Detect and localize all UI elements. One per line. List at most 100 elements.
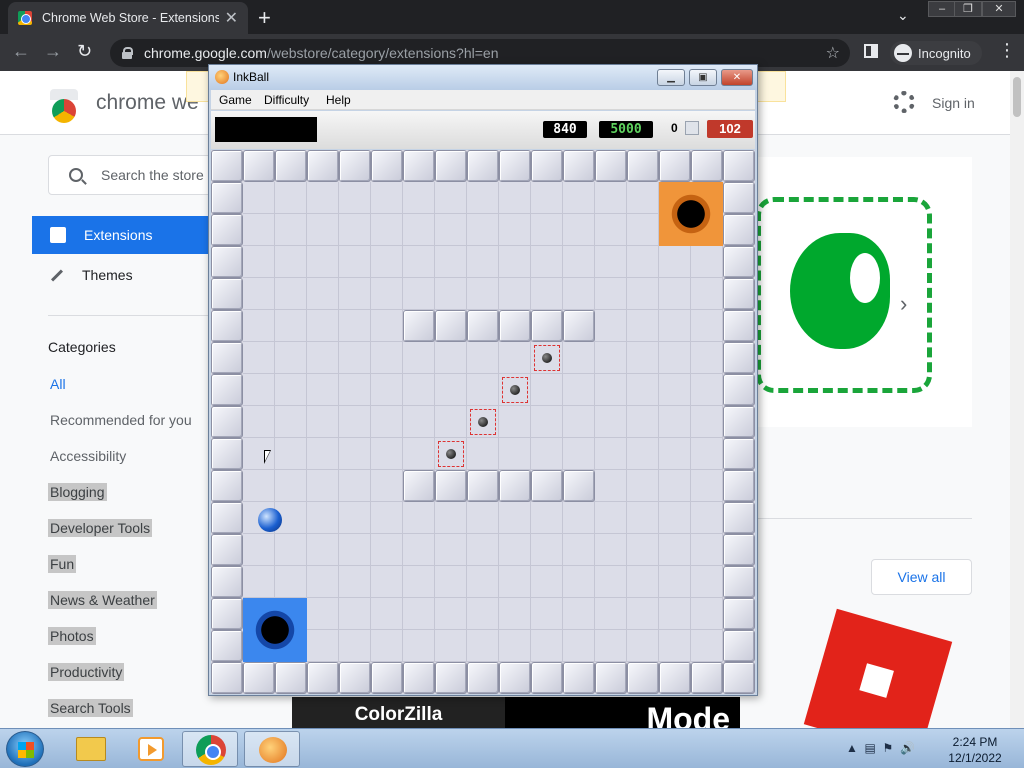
restore-icon[interactable]: ▣ bbox=[689, 69, 717, 86]
floor-cell bbox=[243, 182, 275, 214]
forward-icon[interactable]: → bbox=[44, 41, 62, 62]
page-scrollbar[interactable] bbox=[1010, 71, 1024, 728]
featured-extension-card[interactable]: › bbox=[750, 157, 972, 427]
browser-tab[interactable]: Chrome Web Store - Extensions ✕ bbox=[8, 2, 248, 34]
taskbar: ▲ ▤ ⚑ 🔊 2:24 PM 12/1/2022 bbox=[0, 728, 1024, 768]
inkball-window: InkBall ▁ ▣ ✕ Game Difficulty Help 840 5… bbox=[208, 64, 758, 696]
wall-block bbox=[723, 662, 755, 694]
category-fun[interactable]: Fun bbox=[48, 555, 77, 573]
back-icon[interactable]: ← bbox=[12, 41, 30, 62]
floor-cell bbox=[371, 566, 403, 598]
floor-cell bbox=[467, 278, 499, 310]
wall-block bbox=[211, 278, 243, 310]
minimize-icon[interactable]: ▁ bbox=[657, 69, 685, 86]
wall-block bbox=[403, 310, 435, 342]
restore-icon[interactable]: ❐ bbox=[954, 1, 982, 17]
floor-cell bbox=[339, 566, 371, 598]
floor-cell bbox=[691, 406, 723, 438]
webstore-brand[interactable]: chrome we bbox=[96, 91, 199, 115]
signin-link[interactable]: Sign in bbox=[932, 95, 975, 111]
clock-time[interactable]: 2:24 PM bbox=[940, 735, 1010, 749]
floor-cell bbox=[627, 502, 659, 534]
close-icon[interactable]: ✕ bbox=[225, 8, 238, 28]
floor-cell bbox=[371, 502, 403, 534]
category-accessibility[interactable]: Accessibility bbox=[48, 447, 128, 465]
wall-block bbox=[371, 662, 403, 694]
floor-cell bbox=[595, 534, 627, 566]
category-search-tools[interactable]: Search Tools bbox=[48, 699, 133, 717]
gear-icon[interactable] bbox=[893, 91, 915, 113]
floor-cell bbox=[403, 278, 435, 310]
floor-cell bbox=[595, 630, 627, 662]
floor-cell bbox=[563, 534, 595, 566]
clock-date[interactable]: 12/1/2022 bbox=[940, 751, 1010, 765]
sidebar-item-themes[interactable]: Themes bbox=[32, 257, 133, 293]
wall-block bbox=[339, 150, 371, 182]
taskbar-chrome[interactable] bbox=[182, 731, 238, 767]
floor-cell bbox=[659, 406, 691, 438]
view-all-button[interactable]: View all bbox=[871, 559, 972, 595]
address-bar[interactable]: chrome.google.com /webstore/category/ext… bbox=[110, 39, 850, 67]
category-photos[interactable]: Photos bbox=[48, 627, 96, 645]
inkball-board[interactable] bbox=[211, 150, 755, 694]
taskbar-media-player[interactable] bbox=[122, 731, 178, 767]
menu-difficulty[interactable]: Difficulty bbox=[264, 93, 309, 107]
category-blogging[interactable]: Blogging bbox=[48, 483, 107, 501]
category-recommended[interactable]: Recommended for you bbox=[48, 411, 194, 429]
star-icon[interactable]: ☆ bbox=[826, 43, 840, 63]
floor-cell bbox=[403, 182, 435, 214]
wall-block bbox=[211, 406, 243, 438]
wall-block bbox=[467, 662, 499, 694]
roblox-tile[interactable] bbox=[803, 608, 953, 728]
floor-cell bbox=[595, 182, 627, 214]
floor-cell bbox=[691, 438, 723, 470]
folder-icon bbox=[76, 737, 106, 761]
inkball-scorebar: 840 5000 0 102 bbox=[211, 111, 755, 149]
current-score: 840 bbox=[543, 121, 587, 138]
floor-cell bbox=[307, 598, 339, 630]
category-all[interactable]: All bbox=[48, 375, 68, 393]
plus-icon[interactable]: + bbox=[258, 5, 271, 31]
floor-cell bbox=[563, 246, 595, 278]
chevron-down-icon[interactable]: ⌄ bbox=[897, 7, 909, 24]
menu-help[interactable]: Help bbox=[326, 93, 351, 107]
sidebar-item-extensions[interactable]: Extensions bbox=[32, 216, 232, 254]
start-orb-icon[interactable] bbox=[6, 731, 44, 767]
url-path: /webstore/category/extensions?hl=en bbox=[266, 45, 499, 61]
taskbar-inkball[interactable] bbox=[244, 731, 300, 767]
side-panel-icon[interactable] bbox=[864, 44, 878, 58]
wall-block bbox=[627, 662, 659, 694]
category-news-weather[interactable]: News & Weather bbox=[48, 591, 157, 609]
floor-cell bbox=[435, 534, 467, 566]
floor-cell bbox=[467, 214, 499, 246]
category-productivity[interactable]: Productivity bbox=[48, 663, 125, 681]
close-window-icon[interactable]: ✕ bbox=[982, 1, 1016, 17]
chevron-right-icon[interactable]: › bbox=[900, 291, 907, 317]
colorzilla-tile[interactable]: ColorZilla bbox=[292, 697, 505, 728]
floor-cell bbox=[595, 310, 627, 342]
close-icon[interactable]: ✕ bbox=[721, 69, 753, 86]
reload-icon[interactable]: ↻ bbox=[77, 41, 92, 62]
floor-cell bbox=[531, 598, 563, 630]
wall-block bbox=[723, 374, 755, 406]
webstore-logo[interactable] bbox=[50, 89, 78, 123]
minimize-icon[interactable]: – bbox=[928, 1, 956, 17]
lock-icon[interactable] bbox=[122, 47, 133, 59]
mode-tile[interactable]: Mode bbox=[505, 697, 740, 728]
sidebar-item-label: Extensions bbox=[84, 227, 153, 243]
floor-cell bbox=[659, 438, 691, 470]
floor-cell bbox=[659, 566, 691, 598]
menu-game[interactable]: Game bbox=[219, 93, 252, 107]
inkball-app-icon bbox=[215, 70, 229, 84]
wall-block bbox=[691, 150, 723, 182]
floor-cell bbox=[403, 438, 435, 470]
wall-block bbox=[211, 150, 243, 182]
kebab-menu-icon[interactable]: ⋮ bbox=[998, 40, 1016, 61]
wall-block bbox=[243, 150, 275, 182]
inkball-titlebar[interactable]: InkBall ▁ ▣ ✕ bbox=[209, 65, 757, 90]
category-developer-tools[interactable]: Developer Tools bbox=[48, 519, 153, 537]
system-tray[interactable]: ▲ ▤ ⚑ 🔊 bbox=[846, 741, 915, 755]
floor-cell bbox=[659, 342, 691, 374]
incognito-badge[interactable]: Incognito bbox=[890, 41, 982, 65]
taskbar-explorer[interactable] bbox=[62, 731, 118, 767]
